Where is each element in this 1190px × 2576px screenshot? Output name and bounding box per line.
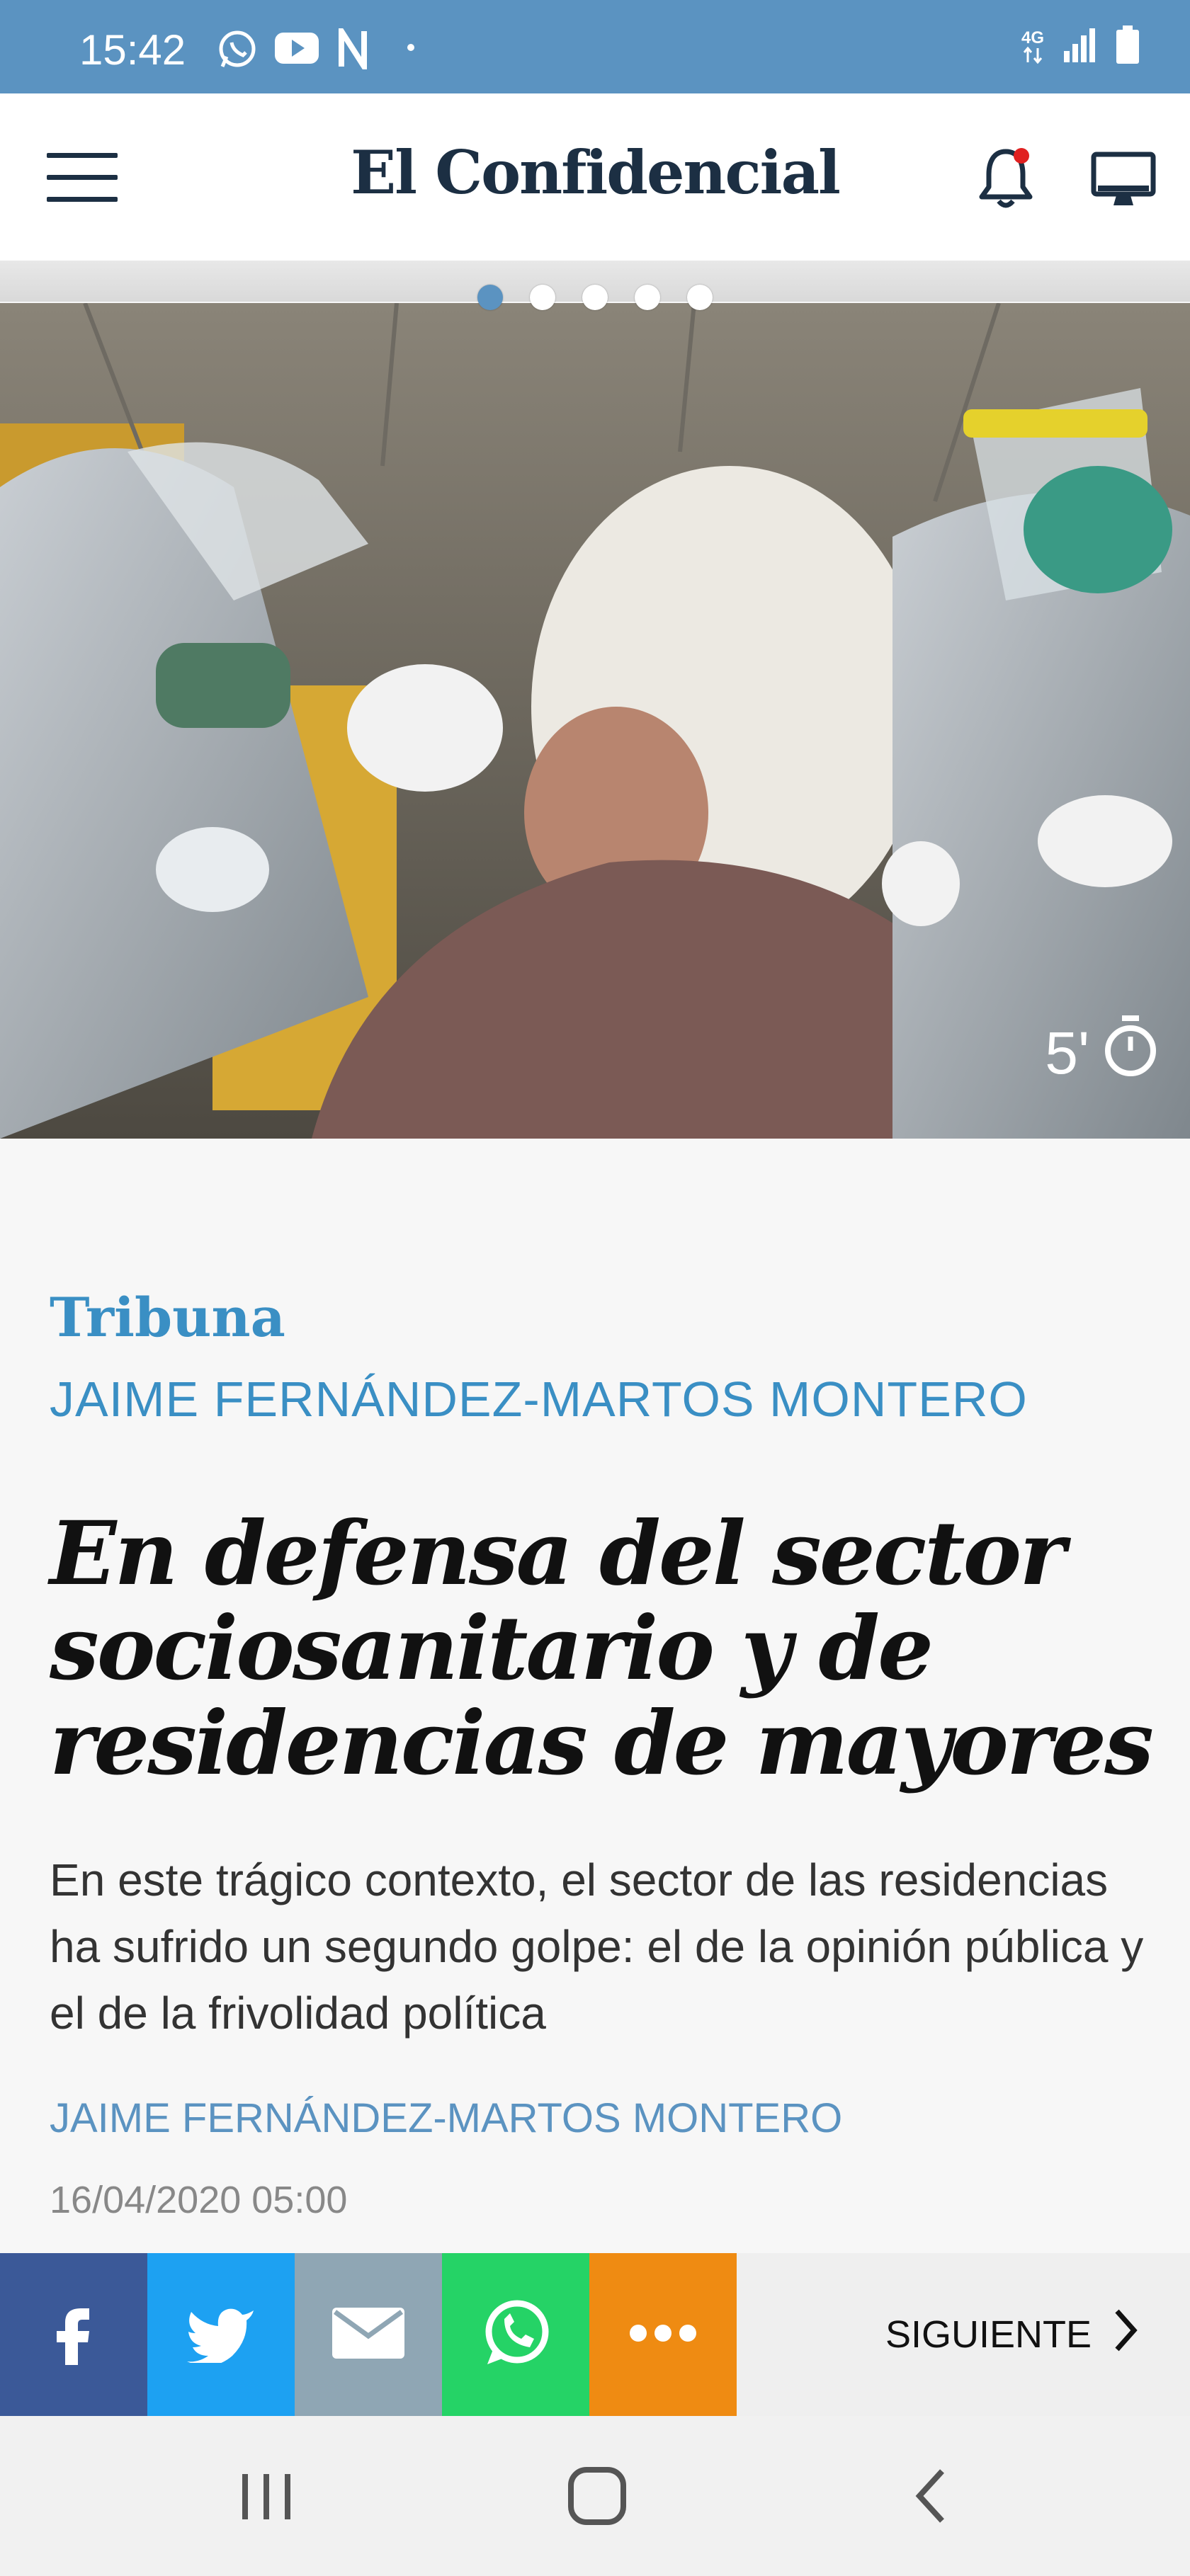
signal-icon	[1061, 27, 1098, 67]
headline-line: sociosanitario y de	[50, 1597, 934, 1700]
carousel-dot[interactable]	[635, 285, 660, 310]
more-share-button[interactable]	[589, 2253, 737, 2416]
share-bar: SIGUIENTE	[0, 2253, 1190, 2416]
carousel-dot[interactable]	[477, 285, 503, 310]
article-content: Tribuna JAIME FERNÁNDEZ-MARTOS MONTERO E…	[0, 1139, 1190, 2253]
headline-line: En defensa del sector	[50, 1503, 1066, 1605]
network-label: 4G	[1021, 28, 1044, 47]
monitor-icon[interactable]	[1088, 144, 1159, 215]
next-label: SIGUIENTE	[885, 2313, 1092, 2356]
twitter-share-button[interactable]	[147, 2253, 295, 2416]
whatsapp-icon	[480, 2298, 551, 2372]
whatsapp-icon	[217, 28, 258, 73]
carousel-dot[interactable]	[530, 285, 555, 310]
status-right: 4G	[1021, 21, 1140, 72]
youtube-icon	[273, 28, 320, 72]
recent-apps-icon[interactable]	[238, 2470, 295, 2527]
timer-icon	[1102, 1014, 1159, 1092]
twitter-icon	[186, 2303, 256, 2366]
carousel-dot[interactable]	[582, 285, 608, 310]
network-4g-icon: 4G	[1021, 30, 1044, 64]
more-icon	[628, 2323, 698, 2347]
whatsapp-share-button[interactable]	[442, 2253, 589, 2416]
read-time-label: 5'	[1045, 1019, 1089, 1086]
article-subheadline: En este trágico contexto, el sector de l…	[50, 1854, 1144, 2039]
author-byline[interactable]: JAIME FERNÁNDEZ-MARTOS MONTERO	[50, 2095, 842, 2142]
email-share-button[interactable]	[295, 2253, 442, 2416]
status-time: 15:42	[79, 26, 186, 74]
app-header: El Confidencial	[0, 93, 1190, 261]
notifications-bell-icon[interactable]	[970, 143, 1041, 214]
headline-line: residencias de mayores	[50, 1692, 1154, 1795]
hero-photo[interactable]: 5'	[0, 303, 1190, 1139]
home-icon[interactable]	[567, 2466, 628, 2530]
facebook-share-button[interactable]	[0, 2253, 147, 2416]
author-link-top[interactable]: JAIME FERNÁNDEZ-MARTOS MONTERO	[50, 1371, 1028, 1427]
carousel-dots	[0, 285, 1190, 310]
section-label[interactable]: Tribuna	[50, 1286, 285, 1349]
netflix-icon	[339, 21, 367, 76]
system-nav-bar	[0, 2416, 1190, 2576]
battery-icon	[1115, 25, 1140, 69]
hero-illustration	[0, 303, 1190, 1139]
mail-icon	[329, 2305, 407, 2365]
dot-icon	[407, 42, 415, 55]
read-time: 5'	[1045, 1014, 1159, 1092]
status-bar: 15:42 4G	[0, 0, 1190, 93]
carousel-dot[interactable]	[687, 285, 713, 310]
next-article-button[interactable]: SIGUIENTE	[885, 2253, 1140, 2416]
chevron-right-icon	[1111, 2306, 1140, 2364]
back-icon[interactable]	[910, 2466, 952, 2530]
facebook-icon	[52, 2301, 95, 2369]
publish-date: 16/04/2020 05:00	[50, 2179, 348, 2221]
article-headline: En defensa del sector sociosanitario y d…	[50, 1507, 1155, 1791]
